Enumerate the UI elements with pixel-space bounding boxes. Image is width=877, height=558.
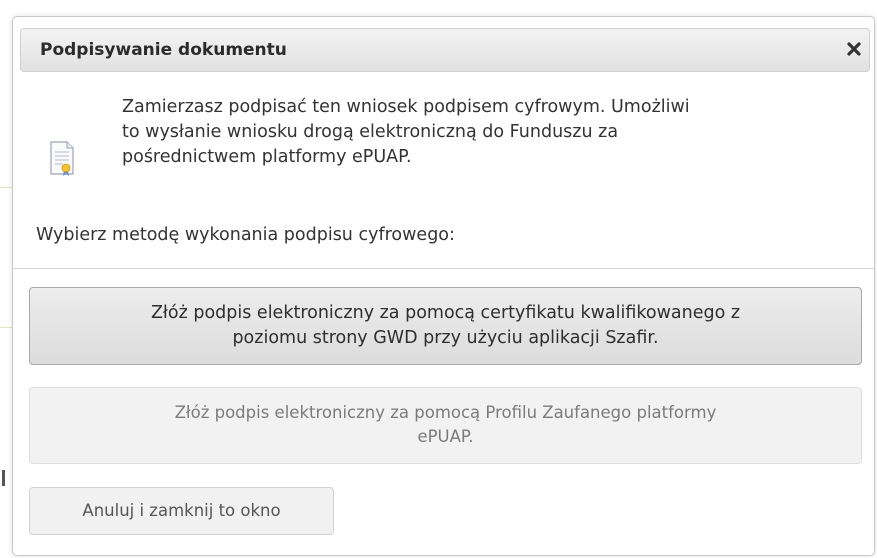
- certificate-document-icon: [49, 141, 75, 181]
- close-icon: [847, 42, 861, 56]
- info-line: to wysłanie wniosku drogą elektroniczną …: [122, 122, 619, 142]
- background-divider: [0, 327, 12, 328]
- button-label-line: poziomu strony GWD przy użyciu aplikacji…: [232, 328, 659, 348]
- section-divider: [13, 268, 874, 269]
- cancel-close-button[interactable]: Anuluj i zamknij to okno: [29, 487, 334, 535]
- background-fragment: [2, 470, 5, 486]
- sign-document-dialog: Podpisywanie dokumentu Zamierzasz podpis…: [12, 16, 875, 556]
- sign-epuap-button[interactable]: Złóż podpis elektroniczny za pomocą Prof…: [29, 387, 862, 464]
- method-prompt: Wybierz metodę wykonania podpisu cyfrowe…: [36, 225, 455, 245]
- close-button[interactable]: [841, 36, 867, 62]
- button-label-line: Złóż podpis elektroniczny za pomocą Prof…: [174, 403, 717, 422]
- info-line: pośrednictwem platformy ePUAP.: [122, 147, 412, 167]
- sign-szafir-button[interactable]: Złóż podpis elektroniczny za pomocą cert…: [29, 287, 862, 365]
- dialog-titlebar: Podpisywanie dokumentu: [20, 28, 870, 72]
- dialog-title: Podpisywanie dokumentu: [40, 40, 287, 60]
- button-label-line: Złóż podpis elektroniczny za pomocą cert…: [150, 303, 741, 323]
- button-label-line: ePUAP.: [417, 427, 474, 446]
- info-message: Zamierzasz podpisać ten wniosek podpisem…: [122, 95, 842, 170]
- background-divider: [0, 187, 12, 188]
- info-line: Zamierzasz podpisać ten wniosek podpisem…: [122, 97, 690, 117]
